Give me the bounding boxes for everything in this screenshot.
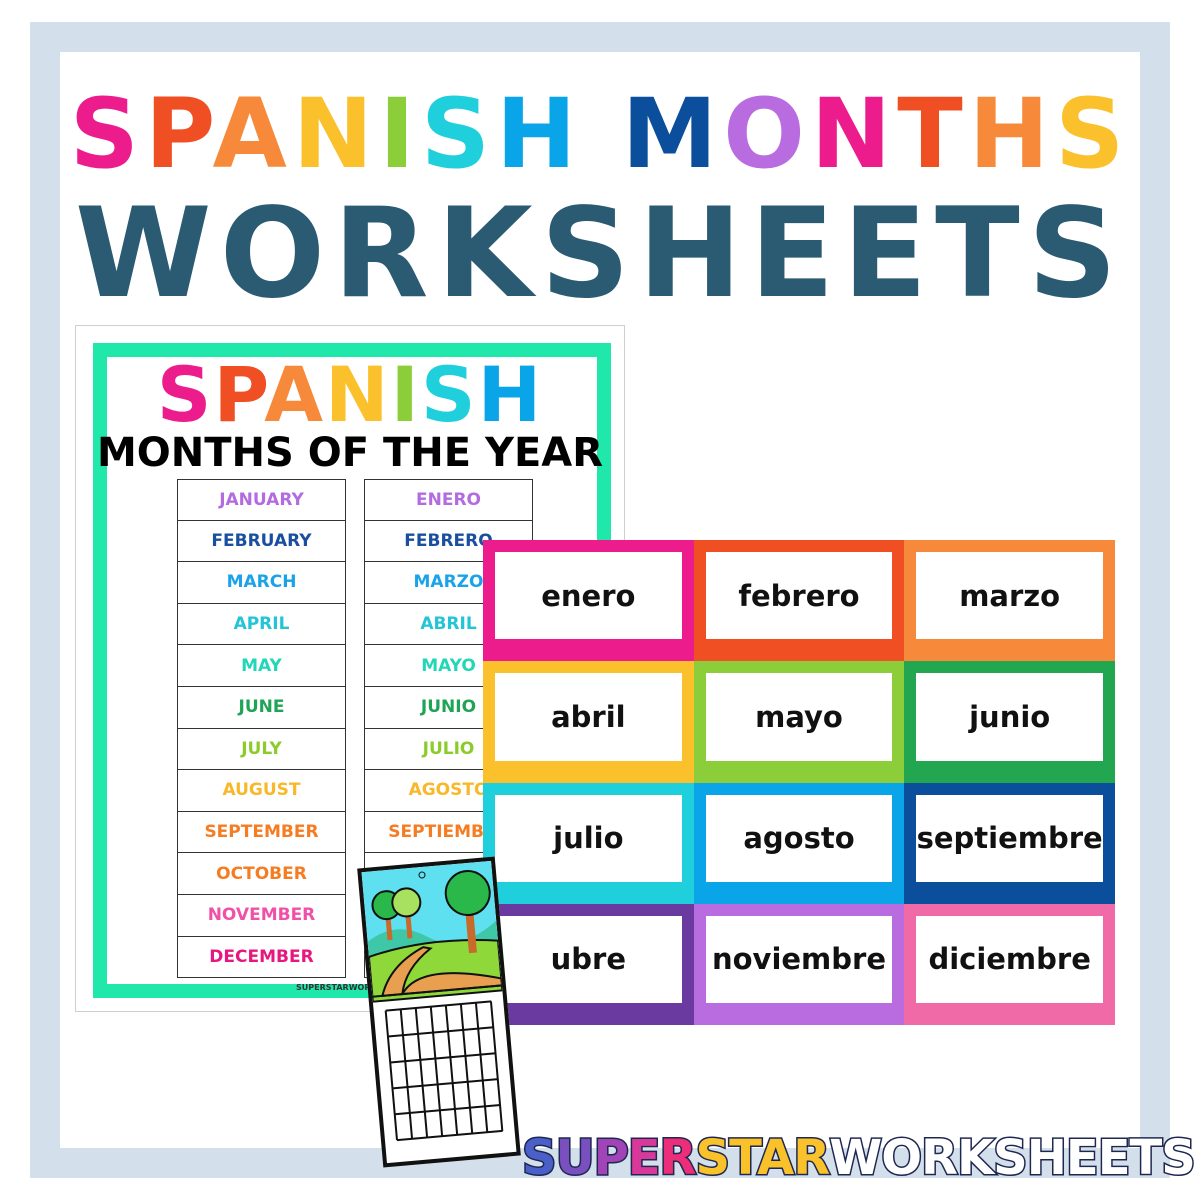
title-letter: K	[955, 1129, 995, 1188]
month-cell-english: MAY	[177, 645, 346, 687]
title-letter: T	[1128, 1129, 1164, 1188]
poster-subtitle: MONTHS OF THE YEAR	[96, 430, 604, 476]
flashcard-noviembre: noviembre	[693, 903, 905, 1025]
title-letter: U	[554, 1129, 596, 1188]
month-cell-english: JULY	[177, 728, 346, 771]
title-spanish-months: SPANISH MONTHS	[0, 78, 1200, 190]
month-cell-english: AUGUST	[177, 770, 346, 812]
title-letter: N	[810, 78, 898, 190]
title-letter: R	[920, 1129, 960, 1188]
title-letter: H	[968, 78, 1056, 190]
title-letter: T	[897, 78, 969, 190]
superstar-worksheets-logo: SUPERSTARWORKSHEETS	[521, 1129, 1198, 1188]
flashcard-agosto: agosto	[693, 782, 905, 904]
title-letter: H	[495, 78, 583, 190]
month-cell-english: APRIL	[177, 603, 346, 646]
flashcard-enero: enero	[483, 540, 694, 662]
flashcard-abril: abril	[483, 661, 694, 783]
title-letter: A	[212, 78, 293, 190]
title-letter: S	[420, 78, 496, 190]
title-letter: S	[694, 1129, 732, 1188]
title-letter: R	[792, 1129, 832, 1188]
title-letter: E	[626, 1129, 662, 1188]
flashcard-ubre: ubre	[483, 903, 694, 1025]
title-letter: O	[723, 78, 811, 190]
month-cell-english: JUNE	[177, 686, 346, 729]
title-letter: S	[420, 350, 478, 439]
title-letter: S	[69, 78, 145, 190]
title-letter: N	[325, 350, 391, 439]
flashcard-diciembre: diciembre	[904, 903, 1115, 1025]
title-letter: I	[379, 78, 421, 190]
title-letter: P	[592, 1129, 630, 1188]
flashcard-julio: julio	[483, 782, 694, 904]
title-letter: S	[156, 350, 214, 439]
title-letter: T	[728, 1129, 760, 1188]
title-letter: A	[756, 1129, 796, 1188]
title-letter: P	[213, 350, 265, 439]
title-letter: I	[390, 350, 421, 439]
month-cell-english: DECEMBER	[177, 936, 346, 979]
title-letter: H	[1025, 1129, 1068, 1188]
poster-title: SPANISH	[76, 350, 624, 439]
title-letter: S	[992, 1129, 1030, 1188]
month-cell-english: JANUARY	[177, 479, 346, 521]
month-cell-english: NOVEMBER	[177, 894, 346, 937]
title-letter	[582, 78, 621, 190]
title-worksheets: WORKSHEETS	[74, 182, 1126, 326]
flashcard-mayo: mayo	[693, 661, 905, 783]
title-letter: M	[621, 78, 724, 190]
flashcard-septiembre: septiembre	[904, 782, 1115, 904]
title-letter: R	[658, 1129, 698, 1188]
title-letter: S	[1055, 78, 1131, 190]
title-letter: S	[521, 1129, 559, 1188]
flashcard-marzo: marzo	[904, 540, 1115, 662]
month-cell-english: OCTOBER	[177, 853, 346, 895]
title-letter: E	[1096, 1129, 1132, 1188]
flashcards-grid: enero febrero marzo abril mayo junio julio agos…	[483, 540, 1115, 1025]
title-letter: W	[828, 1129, 884, 1188]
title-letter: O	[880, 1129, 924, 1188]
month-cell-spanish: ENERO	[364, 479, 533, 521]
flashcard-febrero: febrero	[693, 540, 905, 662]
flashcard-junio: junio	[904, 661, 1115, 783]
title-letter: S	[1160, 1129, 1198, 1188]
month-cell-english: SEPTEMBER	[177, 811, 346, 854]
month-cell-english: MARCH	[177, 562, 346, 604]
title-letter: N	[292, 78, 380, 190]
english-month-column: JANUARY FEBRUARY MARCH APRIL MAY JUNE JULY AUGU…	[177, 479, 346, 979]
title-letter: A	[264, 350, 326, 439]
title-letter: E	[1064, 1129, 1100, 1188]
month-cell-english: FEBRUARY	[177, 520, 346, 563]
title-letter: P	[144, 78, 213, 190]
calendar-illustration	[357, 856, 521, 1168]
title-letter: H	[477, 350, 544, 439]
